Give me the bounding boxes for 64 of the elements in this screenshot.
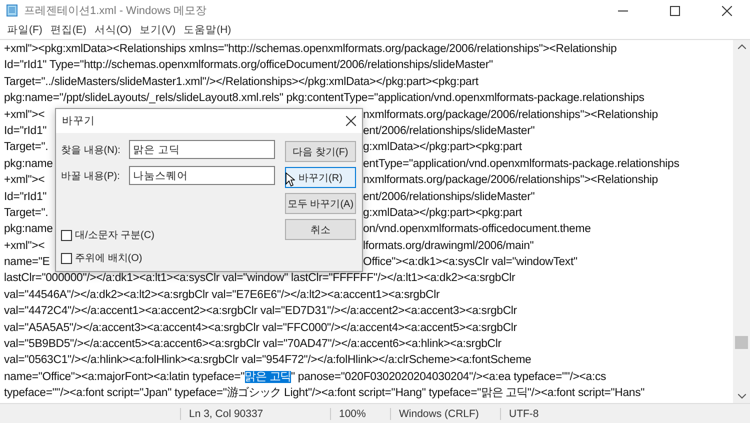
text-line: name="Office"><a:majorFont><a:latin typeface="맑은 고딕" panose="020F0302020204030204"/><a:ea typeface=""/><a:cs (4, 370, 608, 385)
text-line: g:xmlData></pkg:part><pkg:part (363, 206, 522, 221)
text-line: nxmlformats.org/package/2006/relationships"><Relationship (363, 108, 658, 123)
dialog-button[interactable]: 바꾸기(R) (285, 167, 356, 188)
text-line: entType="application/vnd.openxmlformats-package.relationships (363, 156, 680, 172)
text-line: Id="rId1" (4, 190, 47, 205)
scroll-up-icon[interactable] (738, 44, 746, 49)
text-line: Target=". (4, 206, 48, 221)
text-line: Target=". (4, 140, 48, 156)
text-line: val="A5A5A5"/></a:accent3><a:accent4><a:srgbClr val="FFC000"/></a:accent4><a:accent5><a:srgbClr (4, 320, 518, 336)
text-line: pkg:name (4, 156, 53, 172)
text-line: Id="rId1" (4, 124, 47, 139)
input-field[interactable]: 나눔스퀘어 (129, 166, 275, 185)
close-icon[interactable] (346, 116, 356, 126)
menu-item[interactable]: 보기(V) (136, 23, 179, 37)
checkbox[interactable] (61, 230, 72, 240)
text-line: val="44546A"/></a:dk2><a:lt2><a:srgbClr val="E7E6E6"/></a:lt2><a:accent1><a:srgbClr (4, 288, 441, 303)
text-line: lastClr="000000"/></a:dk1><a:lt1><a:sysClr val="window" lastClr="FFFFFF"/></a:lt1><a:dk2><a:srgbClr (4, 271, 516, 286)
text-line: lformats.org/drawingml/2006/main" (363, 238, 534, 254)
text-line: ent/2006/relationships/slideMaster" (363, 190, 535, 205)
text-line: +xml"><pkg:xmlData><Relationships xmlns="http://schemas.openxmlformats.org/package/2006/relationships"><Relationship (4, 42, 618, 57)
window-title: 프레젠테이션1.xml - Windows 메모장 (24, 4, 208, 18)
text-line: ent/2006/relationships/slideMaster" (363, 124, 535, 139)
dialog-button[interactable]: 모두 바꾸기(A) (285, 193, 356, 214)
text-line: g:xmlData></pkg:part><pkg:part (363, 140, 522, 156)
input-field[interactable]: 맑은 고딕 (129, 140, 275, 159)
checkbox-label: 주위에 배치(O) (75, 252, 142, 265)
text-line: Id="rId1" Type="http://schemas.openxmlformats.org/officeDocument/2006/relationships/slideMaster" (4, 58, 494, 74)
menu-item[interactable]: 서식(O) (91, 23, 135, 37)
text-line: Target="../slideMasters/slideMaster1.xml"/></Relationships></pkg:xmlData></pkg:part><pkg:part (4, 74, 480, 90)
text-line: Office"><a:dk1><a:sysClr val="windowText" (363, 255, 578, 270)
field-label: 바꿀 내용(P): (61, 170, 121, 182)
close-icon (722, 6, 732, 16)
menu-item[interactable]: 편집(E) (47, 23, 90, 37)
text-line: +xml">< (4, 238, 45, 254)
maximize-icon (670, 6, 680, 16)
menu-item[interactable]: 파일(F) (4, 23, 46, 37)
text-line: val="0563C1"/></a:hlink><a:folHlink><a:srgbClr val="954F72"/></a:folHlink></a:clrScheme><a:fontScheme (4, 353, 532, 368)
checkbox-label: 대/소문자 구분(C) (75, 229, 154, 242)
field-label: 찾을 내용(N): (61, 144, 122, 156)
scroll-down-icon[interactable] (738, 394, 746, 399)
scrollbar[interactable] (733, 40, 750, 403)
dialog-title: 바꾸기 (62, 114, 95, 128)
status-item: UTF-8 (500, 408, 600, 420)
text-line: on/vnd.openxmlformats-officedocument.theme (363, 222, 591, 238)
text-line: typeface=""/><a:font script="Jpan" typeface="游ゴシック Light"/><a:font script="Hang" typeface="맑은 고딕"/><a:font script="Hans" (4, 386, 646, 402)
status-item: 100% (330, 408, 390, 420)
text-line: +xml">< (4, 173, 45, 188)
status-item: Ln 3, Col 90337 (180, 408, 330, 420)
text-line: pkg:name (4, 222, 53, 238)
text-line: nxmlformats.org/package/2006/relationships"><Relationship (363, 173, 658, 188)
scroll-thumb[interactable] (735, 336, 748, 349)
checkbox[interactable] (61, 252, 72, 264)
cursor-icon (285, 172, 295, 187)
text-line: +xml">< (4, 108, 45, 123)
status-item: Windows (CRLF) (390, 408, 500, 420)
dialog-button[interactable]: 다음 찾기(F) (285, 141, 356, 162)
dialog-button[interactable]: 취소 (285, 219, 356, 240)
notepad-icon (6, 4, 18, 17)
text-line: pkg:name="/ppt/slideLayouts/_rels/slideLayout8.xml.rels" pkg:contentType="application/vnd.openxmlformats-package.relationships (4, 91, 646, 106)
text-line: name="E (4, 255, 50, 270)
menu-item[interactable]: 도움말(H) (180, 23, 234, 37)
text-line: val="5B9BD5"/></a:accent5><a:accent6><a:srgbClr val="70AD47"/></a:accent6><a:hlink><a:srgbClr (4, 337, 502, 352)
text-line: val="4472C4"/></a:accent1><a:accent2><a:srgbClr val="ED7D31"/></a:accent2><a:accent3><a:srgbClr (4, 304, 518, 320)
